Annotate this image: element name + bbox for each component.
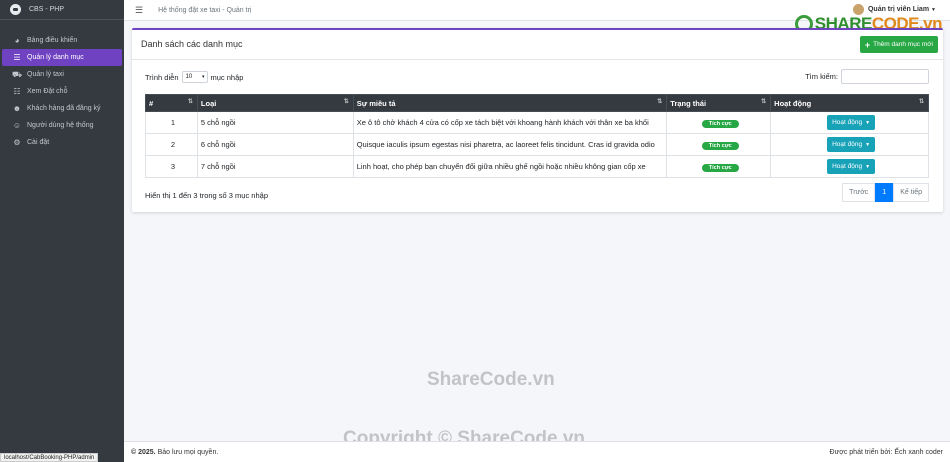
length-control: Trình diễn 10 ▾ mục nhập <box>145 71 243 83</box>
sidebar-item-label: Quản lý danh mục <box>27 54 84 61</box>
sidebar-item-customers[interactable]: ☻ Khách hàng đã đăng ký <box>0 100 124 117</box>
category-table: # ⇅ Loại ⇅ Sự miêu tả ⇅ Trạng thái ⇅ Hoạt độ… <box>145 94 929 178</box>
action-dropdown-button[interactable]: Hoạt động ▼ <box>827 137 876 152</box>
row-index: 2 <box>145 133 198 156</box>
row-actions: Hoạt động ▼ <box>770 111 929 134</box>
sort-icon: ⇅ <box>657 99 663 105</box>
table-info: Hiển thị 1 đến 3 trong số 3 mục nhập <box>145 191 268 200</box>
pagination-next[interactable]: Kế tiếp <box>893 183 929 202</box>
status-badge: Tích cực <box>701 163 739 172</box>
sort-icon: ⇅ <box>918 99 924 105</box>
search-label: Tìm kiếm: <box>805 72 838 81</box>
row-index: 3 <box>145 155 198 178</box>
row-status: Tích cực <box>666 111 772 134</box>
users-cog-icon: ☺ <box>12 121 22 130</box>
sidebar-item-label: Quản lý taxi <box>27 71 64 78</box>
caret-down-icon: ▼ <box>865 119 871 126</box>
sidebar-item-category[interactable]: ☰ Quản lý danh mục <box>2 49 122 66</box>
row-actions: Hoạt động ▼ <box>770 155 929 178</box>
sort-icon: ⇅ <box>343 99 349 105</box>
length-suffix: mục nhập <box>210 72 244 82</box>
row-status: Tích cực <box>666 155 772 178</box>
car-icon: ⛟ <box>12 69 23 79</box>
chevron-down-icon: ▼ <box>931 6 936 13</box>
table-row: 1 5 chỗ ngồi Xe ô tô chở khách 4 cửa có … <box>145 111 929 134</box>
row-description: Xe ô tô chở khách 4 cửa có cốp xe tách b… <box>352 111 668 134</box>
sidebar-item-label: Bảng điều khiển <box>27 37 78 44</box>
pagination: Trước 1 Kế tiếp <box>842 183 929 202</box>
caret-down-icon: ▼ <box>865 163 871 170</box>
chevron-down-icon: ▾ <box>201 74 205 80</box>
row-type: 7 chỗ ngồi <box>196 155 354 178</box>
card-header: Danh sách các danh mục + Thêm danh mục m… <box>132 30 943 60</box>
action-dropdown-button[interactable]: Hoạt động ▼ <box>827 159 876 174</box>
row-type: 5 chỗ ngồi <box>196 111 354 134</box>
app-title: Hệ thống đặt xe taxi - Quản trị <box>158 6 252 14</box>
row-status: Tích cực <box>666 133 772 156</box>
column-header-description[interactable]: Sự miêu tả ⇅ <box>352 94 668 112</box>
dashboard-icon: ◕ <box>14 36 20 45</box>
sidebar-item-settings[interactable]: ⚙ Cài đặt <box>0 134 124 151</box>
user-name: Quản trị viên Liam <box>867 6 930 13</box>
sidebar-item-bookings[interactable]: ☷ Xem Đặt chỗ <box>0 83 124 100</box>
list-icon: ☷ <box>13 87 21 96</box>
caret-down-icon: ▼ <box>865 141 871 148</box>
column-header-index[interactable]: # ⇅ <box>145 94 198 112</box>
page-title: Danh sách các danh mục <box>141 39 243 49</box>
row-description: Quisque iaculis ipsum egestas nisi phare… <box>352 133 668 156</box>
search-input[interactable] <box>841 69 929 84</box>
sidebar-nav: ◕ Bảng điều khiển ☰ Quản lý danh mục ⛟ Q… <box>0 32 124 151</box>
table-controls: Trình diễn 10 ▾ mục nhập Tìm kiếm: <box>132 60 943 91</box>
list-icon: ☰ <box>13 53 21 62</box>
sidebar-item-label: Người dùng hệ thống <box>27 122 94 129</box>
row-actions: Hoạt động ▼ <box>770 133 929 156</box>
status-bar-url: localhost/CabBooking-PHP/admin <box>0 453 99 462</box>
brand-logo-icon <box>10 4 21 15</box>
pagination-page-1[interactable]: 1 <box>875 183 894 202</box>
sidebar-item-taxi[interactable]: ⛟ Quản lý taxi <box>0 66 124 83</box>
table-row: 2 6 chỗ ngồi Quisque iaculis ipsum egest… <box>145 133 929 156</box>
row-description: Linh hoạt, cho phép bạn chuyển đổi giữa … <box>352 155 668 178</box>
sidebar-item-system-users[interactable]: ☺ Người dùng hệ thống <box>0 117 124 134</box>
menu-toggle-icon[interactable]: ☰ <box>135 5 143 16</box>
search-control: Tìm kiếm: <box>805 69 929 84</box>
sort-icon: ⇅ <box>761 99 767 105</box>
footer: © 2025. Bảo lưu mọi quyền. Được phát tri… <box>124 441 950 462</box>
entries-select[interactable]: 10 ▾ <box>181 71 208 83</box>
brand-link[interactable]: CBS - PHP <box>0 0 124 20</box>
sidebar-item-label: Xem Đặt chỗ <box>27 88 68 95</box>
pagination-prev[interactable]: Trước <box>842 183 876 202</box>
column-header-actions[interactable]: Hoạt động ⇅ <box>770 94 929 112</box>
footer-credit: Được phát triển bởi: Ếch xanh coder <box>829 448 943 456</box>
plus-icon: + <box>864 39 871 50</box>
category-card: Danh sách các danh mục + Thêm danh mục m… <box>132 28 943 212</box>
gears-icon: ⚙ <box>13 138 21 147</box>
footer-copyright: © 2025. Bảo lưu mọi quyền. <box>131 448 219 456</box>
users-icon: ☻ <box>12 104 22 113</box>
brand-title: CBS - PHP <box>29 6 65 13</box>
sidebar-item-label: Cài đặt <box>27 139 50 146</box>
column-header-status[interactable]: Trạng thái ⇅ <box>666 94 772 112</box>
sidebar-item-label: Khách hàng đã đăng ký <box>27 105 101 112</box>
action-dropdown-button[interactable]: Hoạt động ▼ <box>827 115 876 130</box>
table-row: 3 7 chỗ ngồi Linh hoạt, cho phép bạn chu… <box>145 155 929 178</box>
status-badge: Tích cực <box>701 141 739 150</box>
entries-value: 10 <box>185 74 193 80</box>
row-type: 6 chỗ ngồi <box>196 133 354 156</box>
column-header-type[interactable]: Loại ⇅ <box>196 94 354 112</box>
row-index: 1 <box>145 111 198 134</box>
sidebar-item-dashboard[interactable]: ◕ Bảng điều khiển <box>0 32 124 49</box>
watermark-text: ShareCode.vn <box>427 369 555 390</box>
length-prefix: Trình diễn <box>145 72 179 82</box>
add-category-button[interactable]: + Thêm danh mục mới <box>859 36 938 53</box>
add-category-label: Thêm danh mục mới <box>873 41 933 48</box>
sort-icon: ⇅ <box>187 99 193 105</box>
table-header-row: # ⇅ Loại ⇅ Sự miêu tả ⇅ Trạng thái ⇅ Hoạt độ… <box>145 94 929 112</box>
sidebar: CBS - PHP ◕ Bảng điều khiển ☰ Quản lý da… <box>0 0 124 462</box>
status-badge: Tích cực <box>701 119 739 128</box>
